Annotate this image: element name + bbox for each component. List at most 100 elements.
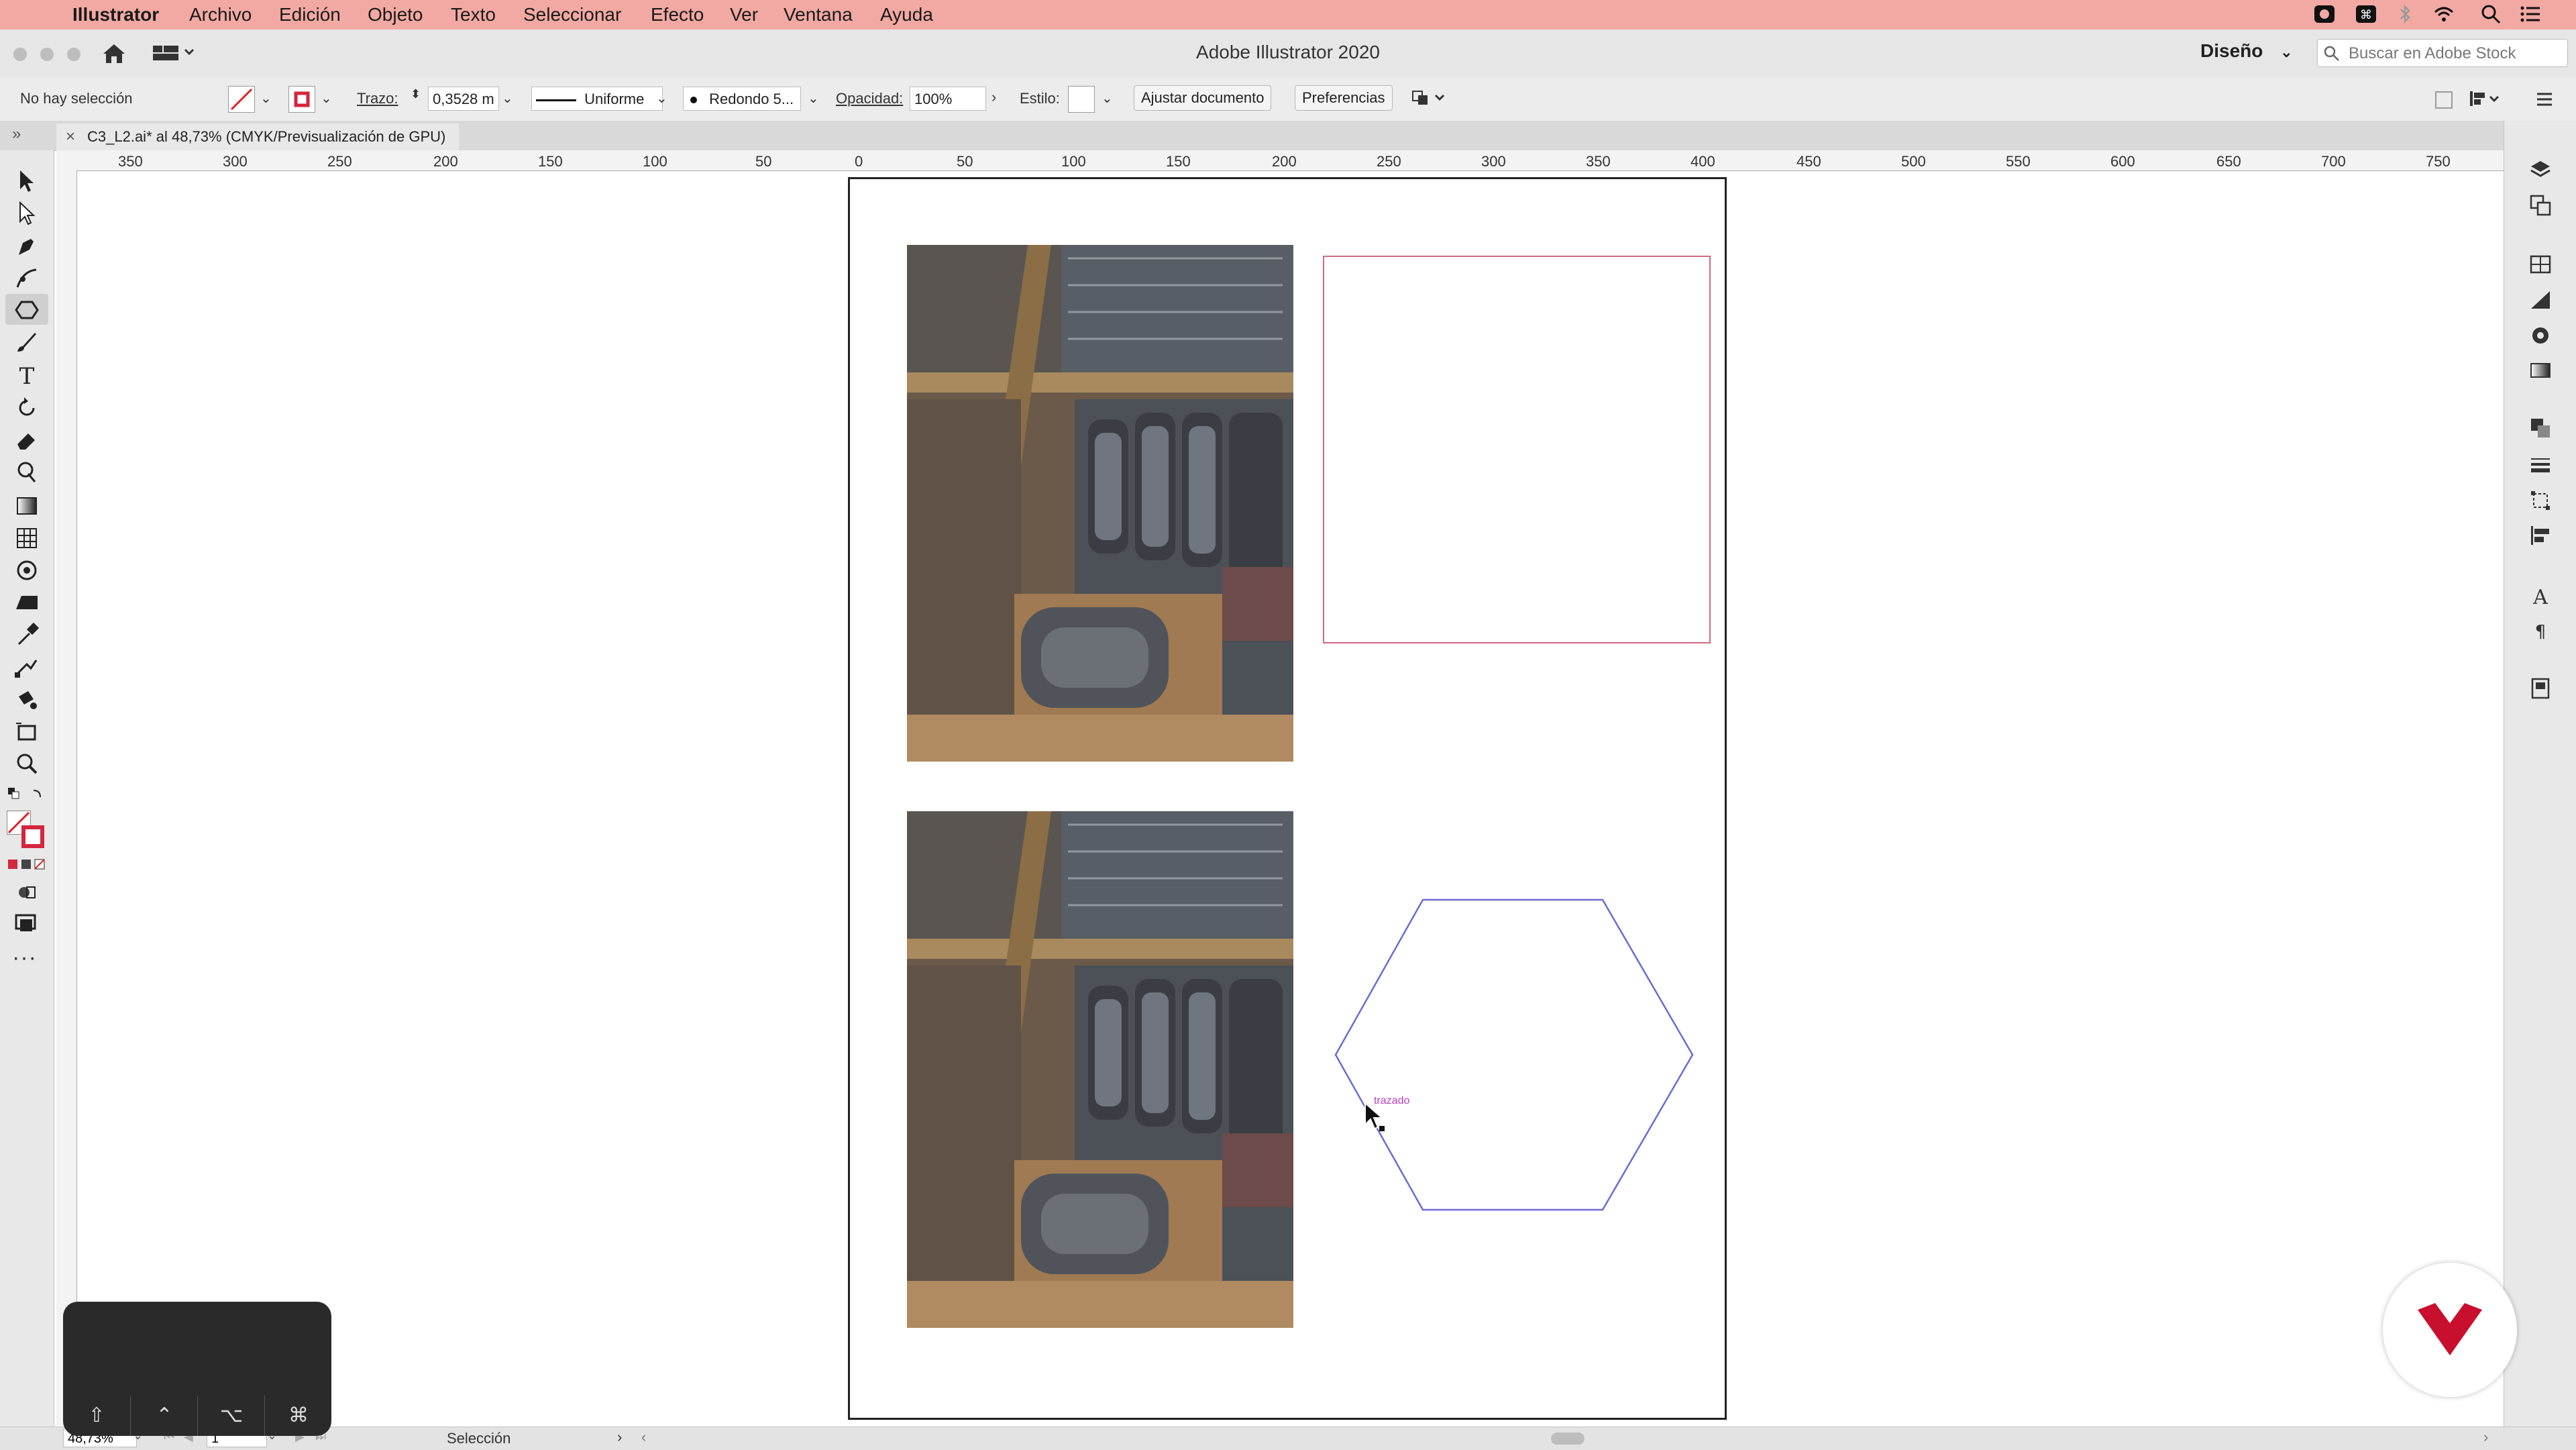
pen-tool-icon[interactable] (13, 232, 40, 259)
symbols-panel-icon[interactable] (2528, 323, 2553, 348)
vertical-ruler[interactable] (56, 170, 77, 1425)
graphic-style-swatch[interactable] (1068, 86, 1095, 113)
command-key-icon[interactable]: ⌘ (264, 1396, 332, 1436)
layers-panel-icon[interactable] (2528, 158, 2553, 183)
gradient-panel-icon[interactable] (2528, 358, 2553, 382)
workspace-switcher[interactable]: Diseño ⌄ (2200, 40, 2293, 67)
document-setup-button[interactable]: Ajustar documento (1134, 85, 1272, 111)
eraser-tool-icon[interactable] (13, 427, 40, 454)
close-tab-icon[interactable]: × (66, 123, 75, 150)
wood-type-photo[interactable] (907, 245, 1293, 762)
wood-type-photo[interactable] (907, 811, 1293, 1328)
brush-definition-select[interactable]: Redondo 5... (683, 87, 801, 111)
stroke-weight-input[interactable]: 0,3528 m (428, 87, 499, 111)
spotlight-search-icon[interactable] (2479, 3, 2502, 25)
libraries-panel-icon[interactable] (2528, 676, 2553, 701)
menu-archivo[interactable]: Archivo (189, 4, 252, 25)
stroke-box[interactable] (21, 825, 44, 848)
brushes-panel-icon[interactable] (2528, 289, 2553, 313)
home-icon[interactable] (101, 42, 127, 66)
arrange-documents-icon[interactable] (152, 43, 196, 63)
profile-chevron-icon[interactable]: ⌄ (656, 90, 667, 107)
record-icon[interactable] (2313, 3, 2336, 25)
artboards-panel-icon[interactable] (2528, 193, 2553, 217)
control-key-icon[interactable]: ⌃ (130, 1396, 198, 1436)
paintbrush-tool-icon[interactable] (13, 329, 40, 356)
control-center-icon[interactable] (2520, 3, 2542, 25)
default-swap-colors-icon[interactable] (7, 785, 47, 802)
app-menu[interactable]: Illustrator (72, 4, 159, 25)
style-chevron-icon[interactable]: ⌄ (1102, 90, 1113, 107)
command-icon[interactable]: ⌘ (2355, 3, 2377, 25)
character-panel-icon[interactable]: A (2528, 584, 2553, 608)
align-panel-icon[interactable] (2528, 523, 2553, 548)
stock-search-field[interactable]: Buscar en Adobe Stock (2317, 39, 2568, 67)
menu-ventana[interactable]: Ventana (784, 4, 853, 25)
gradient-tool-icon[interactable] (13, 493, 40, 519)
opacity-label[interactable]: Opacidad: (836, 90, 903, 107)
toolbar-collapse-icon[interactable]: » (12, 125, 21, 144)
transform-panel-icon[interactable] (2528, 488, 2553, 513)
polygon-tool-icon[interactable] (13, 297, 40, 323)
menu-seleccionar[interactable]: Seleccionar (523, 4, 621, 25)
type-tool-icon[interactable]: T (13, 362, 40, 389)
fill-stroke-indicator[interactable] (7, 811, 47, 851)
curvature-tool-icon[interactable] (13, 264, 40, 291)
menu-edicion[interactable]: Edición (279, 4, 341, 25)
stroke-swatch[interactable] (288, 86, 315, 113)
panel-grid-icon[interactable] (2434, 90, 2454, 110)
direct-selection-tool-icon[interactable] (13, 200, 40, 227)
artboard-tool-icon[interactable] (13, 718, 40, 745)
status-menu-arrow-icon[interactable]: › (617, 1429, 622, 1446)
selection-tool-icon[interactable] (13, 168, 40, 195)
opacity-chevron-right-icon[interactable]: › (991, 89, 996, 106)
blend-tool-icon[interactable] (13, 654, 40, 680)
opacity-input[interactable]: 100% (910, 87, 986, 111)
horizontal-scrollbar-thumb[interactable] (1551, 1433, 1585, 1445)
paragraph-panel-icon[interactable]: ¶ (2528, 619, 2553, 643)
column-graph-tool-icon[interactable] (13, 589, 40, 616)
stroke-dropdown-chevron-icon[interactable]: ⌄ (321, 90, 332, 107)
transparency-panel-icon[interactable] (2528, 416, 2553, 440)
shape-builder-tool-icon[interactable] (13, 459, 40, 486)
stroke-stepper-icon[interactable]: ⬍ (411, 87, 421, 101)
screen-mode-icon[interactable] (13, 910, 40, 937)
arrange-icon[interactable] (1411, 87, 1448, 110)
symbol-sprayer-tool-icon[interactable] (13, 557, 40, 584)
menu-objeto[interactable]: Objeto (368, 4, 423, 25)
hexagon-shape[interactable] (1333, 897, 1695, 1212)
document-tab[interactable]: × C3_L2.ai* al 48,73% (CMYK/Previsualiza… (56, 123, 460, 150)
stroke-panel-icon[interactable] (2528, 452, 2553, 476)
stroke-label[interactable]: Trazo: (357, 90, 398, 107)
edit-toolbar-more-icon[interactable]: ··· (12, 945, 37, 971)
eyedropper-tool-icon[interactable] (13, 621, 40, 648)
color-mode-buttons-icon[interactable] (7, 858, 47, 871)
drawing-modes-icon[interactable] (13, 879, 40, 906)
wifi-icon[interactable] (2432, 3, 2455, 25)
option-key-icon[interactable]: ⌥ (197, 1396, 265, 1436)
fill-dropdown-chevron-icon[interactable]: ⌄ (260, 90, 272, 107)
shift-key-icon[interactable]: ⇧ (63, 1396, 130, 1436)
brush-chevron-icon[interactable]: ⌄ (808, 90, 819, 107)
window-minimize-button[interactable] (40, 48, 54, 61)
variable-width-profile-select[interactable]: Uniforme (531, 87, 663, 111)
menu-texto[interactable]: Texto (451, 4, 496, 25)
rectangle-shape[interactable] (1323, 256, 1711, 643)
scroll-right-icon[interactable]: › (2483, 1429, 2488, 1446)
scroll-left-icon[interactable]: ‹ (641, 1429, 646, 1446)
menu-ayuda[interactable]: Ayuda (880, 4, 933, 25)
horizontal-ruler[interactable]: 350 300 250 200 150 100 50 0 50 100 150 … (56, 150, 2504, 171)
menu-efecto[interactable]: Efecto (651, 4, 704, 25)
bluetooth-icon[interactable] (2394, 3, 2416, 25)
swatches-panel-icon[interactable] (2528, 252, 2553, 276)
menu-ver[interactable]: Ver (730, 4, 758, 25)
stroke-weight-chevron-icon[interactable]: ⌄ (502, 90, 513, 107)
mesh-tool-icon[interactable] (13, 525, 40, 552)
align-options-icon[interactable] (2469, 89, 2502, 109)
live-paint-tool-icon[interactable] (13, 686, 40, 713)
fill-swatch[interactable] (228, 86, 255, 113)
window-zoom-button[interactable] (67, 48, 80, 61)
control-bar-menu-icon[interactable] (2534, 90, 2555, 109)
artboard[interactable]: trazado (848, 177, 1727, 1420)
zoom-tool-icon[interactable] (13, 750, 40, 777)
